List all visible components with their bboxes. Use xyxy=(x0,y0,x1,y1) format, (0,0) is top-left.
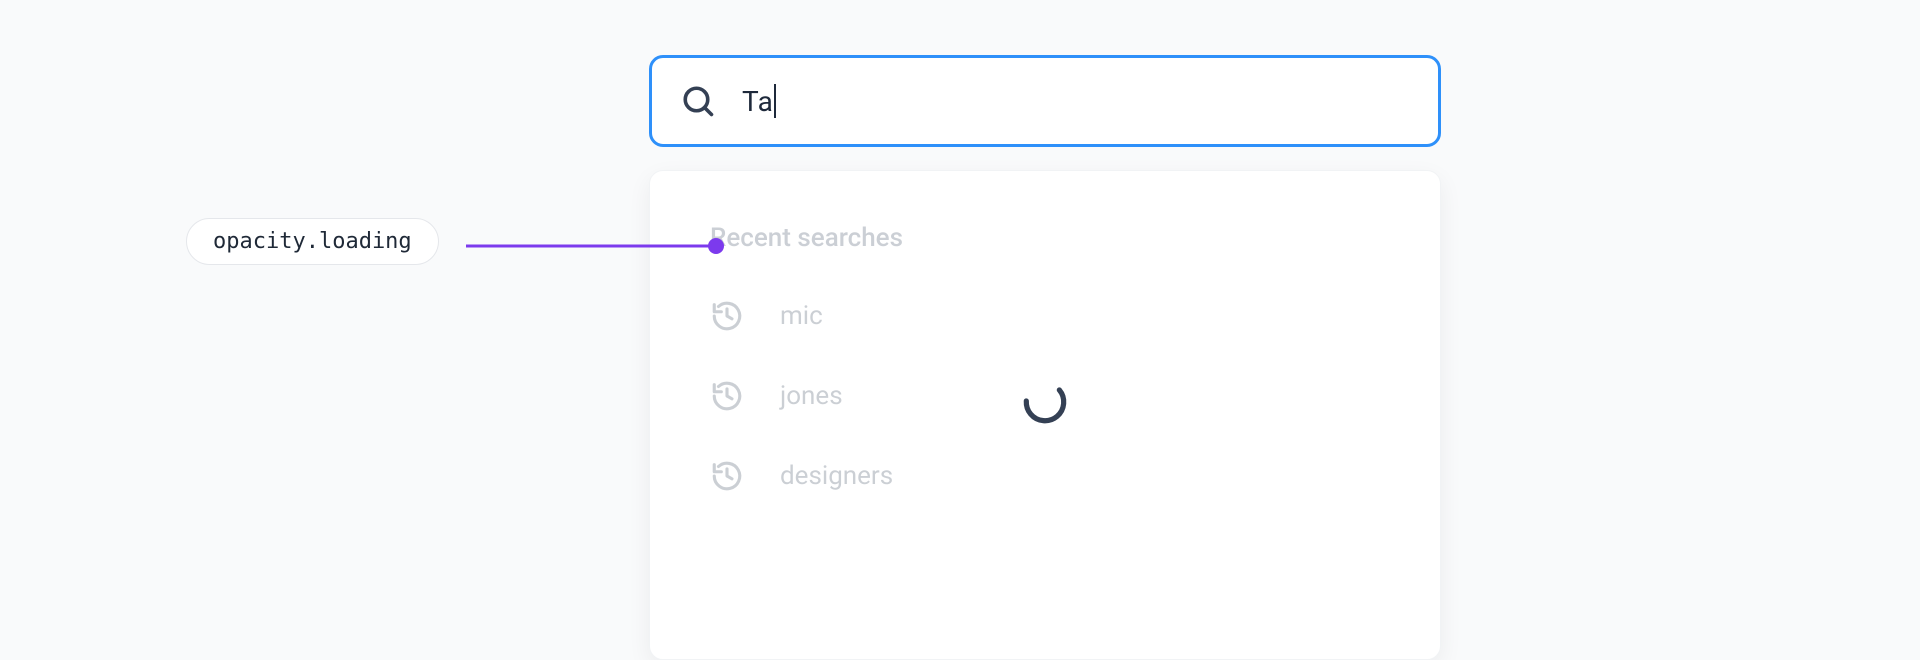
annotation-text: opacity.loading xyxy=(186,218,439,265)
dropdown-content-dimmed: Recent searches mic jones xyxy=(650,171,1440,493)
search-input-value: Ta xyxy=(742,85,773,118)
text-caret xyxy=(774,84,776,118)
history-icon xyxy=(710,299,744,333)
recent-search-item[interactable]: designers xyxy=(710,459,1380,493)
loading-spinner xyxy=(1019,376,1071,428)
history-icon xyxy=(710,379,744,413)
search-icon xyxy=(680,83,716,119)
search-dropdown: Recent searches mic jones xyxy=(649,170,1441,660)
spinner-icon xyxy=(1019,376,1071,428)
search-input-container[interactable]: Ta xyxy=(649,55,1441,147)
recent-searches-heading: Recent searches xyxy=(710,223,1380,253)
recent-search-label: jones xyxy=(780,381,843,411)
history-icon xyxy=(710,459,744,493)
recent-search-item[interactable]: mic xyxy=(710,299,1380,333)
recent-search-label: mic xyxy=(780,301,823,331)
annotation-label: opacity.loading xyxy=(186,218,439,265)
recent-search-label: designers xyxy=(780,461,893,491)
search-input[interactable]: Ta xyxy=(742,84,776,118)
